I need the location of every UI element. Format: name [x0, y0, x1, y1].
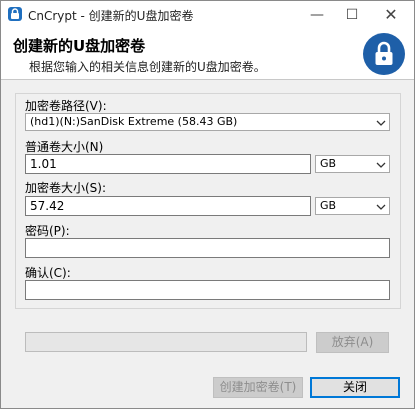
- lock-icon: [363, 33, 405, 75]
- minimize-button[interactable]: —: [299, 1, 335, 29]
- normal-size-value: 1.01: [30, 157, 57, 171]
- close-button[interactable]: 关闭: [310, 377, 400, 398]
- progress-bar: [25, 332, 307, 352]
- normal-size-input[interactable]: 1.01: [25, 154, 311, 174]
- encrypted-size-value: 57.42: [30, 199, 65, 213]
- chevron-down-icon: [376, 201, 386, 215]
- encrypted-size-input[interactable]: 57.42: [25, 196, 311, 216]
- window-title: CnCrypt - 创建新的U盘加密卷: [28, 9, 194, 23]
- dialog-header: 创建新的U盘加密卷 根据您输入的相关信息创建新的U盘加密卷。: [1, 29, 414, 80]
- normal-size-unit-select[interactable]: GB: [315, 155, 390, 173]
- create-volume-button[interactable]: 创建加密卷(T): [213, 377, 303, 398]
- path-label: 加密卷路径(V):: [25, 99, 107, 113]
- maximize-button[interactable]: ☐: [334, 1, 370, 29]
- header-subtitle: 根据您输入的相关信息创建新的U盘加密卷。: [29, 60, 266, 74]
- password-input[interactable]: [25, 238, 390, 258]
- close-window-button[interactable]: ✕: [373, 1, 409, 29]
- volume-path-select[interactable]: (hd1)(N:)SanDisk Extreme (58.43 GB): [25, 113, 390, 131]
- dialog-window: CnCrypt - 创建新的U盘加密卷 — ☐ ✕ 创建新的U盘加密卷 根据您输…: [0, 0, 415, 409]
- encrypted-unit-value: GB: [320, 199, 337, 212]
- abandon-button[interactable]: 放弃(A): [316, 332, 389, 353]
- app-lock-icon: [8, 7, 22, 21]
- encrypted-size-label: 加密卷大小(S):: [25, 181, 107, 195]
- header-title: 创建新的U盘加密卷: [13, 37, 146, 55]
- normal-unit-value: GB: [320, 157, 337, 170]
- chevron-down-icon: [376, 117, 386, 131]
- confirm-password-input[interactable]: [25, 280, 390, 300]
- normal-size-label: 普通卷大小(N): [25, 140, 104, 154]
- volume-path-value: (hd1)(N:)SanDisk Extreme (58.43 GB): [30, 115, 238, 128]
- title-bar: CnCrypt - 创建新的U盘加密卷 — ☐ ✕: [1, 1, 414, 29]
- encrypted-size-unit-select[interactable]: GB: [315, 197, 390, 215]
- chevron-down-icon: [376, 159, 386, 173]
- confirm-label: 确认(C):: [25, 266, 71, 280]
- password-label: 密码(P):: [25, 224, 70, 238]
